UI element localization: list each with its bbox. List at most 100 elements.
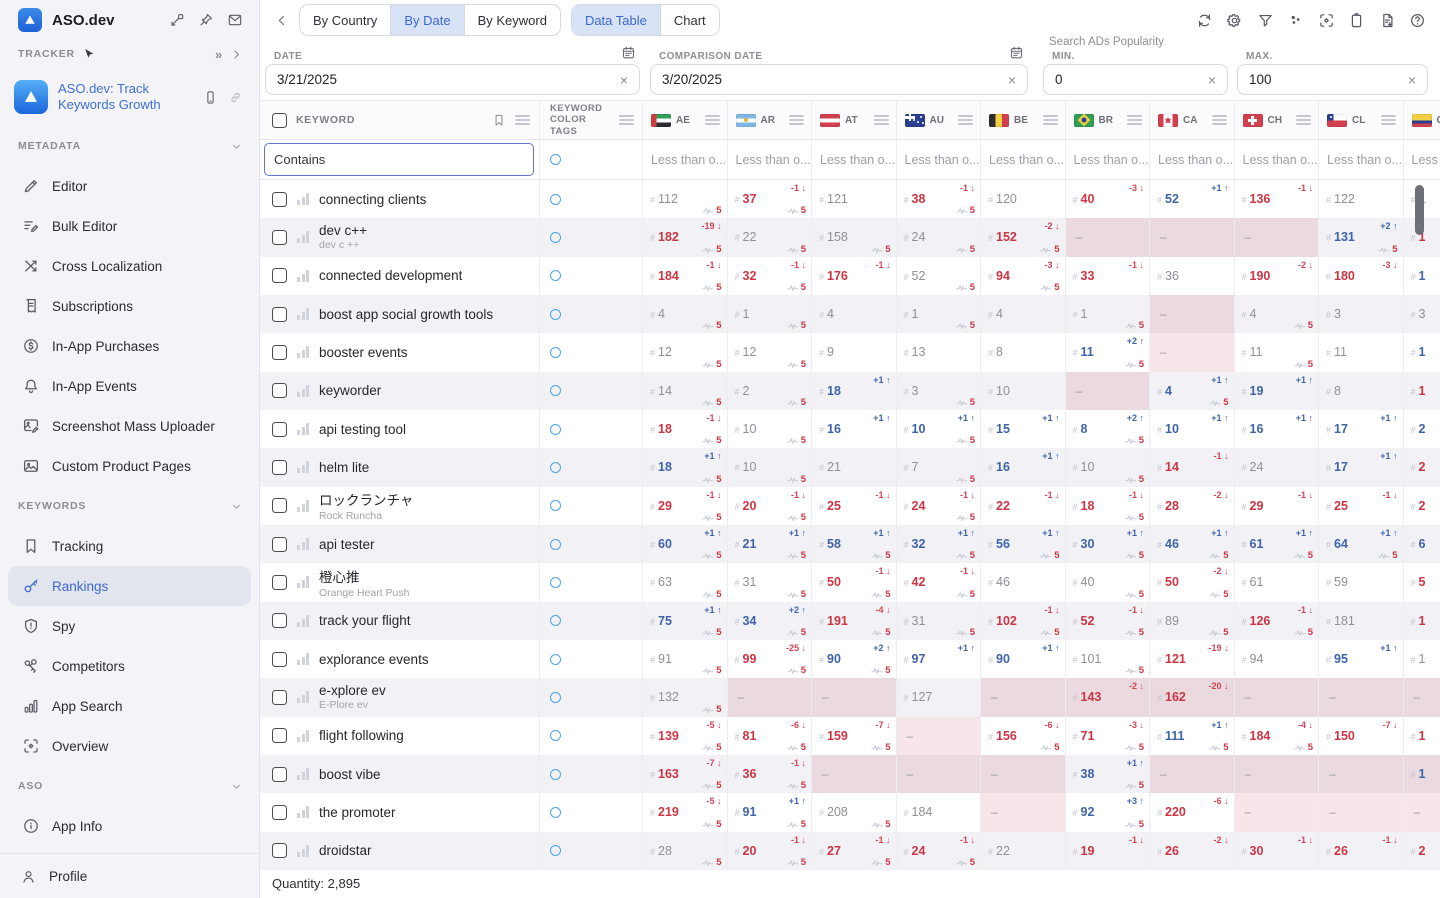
vertical-scrollbar-thumb[interactable] (1415, 185, 1424, 235)
clipboard-icon[interactable] (1348, 12, 1365, 29)
device-icon[interactable] (203, 90, 218, 105)
keyword-chart-icon[interactable] (297, 231, 309, 243)
color-tag-cell[interactable] (540, 602, 643, 640)
popularity-min-input[interactable]: 0 × (1043, 64, 1228, 95)
comparison-date-input[interactable]: 3/20/2025 × (650, 64, 1028, 95)
keyword-chart-icon[interactable] (297, 768, 309, 780)
export-icon[interactable] (1379, 12, 1396, 29)
sidebar-item-screenshot-mass-uploader[interactable]: Screenshot Mass Uploader (8, 406, 251, 446)
column-header-cl[interactable]: CL (1319, 101, 1404, 139)
calendar-icon[interactable] (621, 45, 636, 60)
column-menu-icon[interactable] (874, 115, 889, 125)
clear-icon[interactable]: × (620, 73, 628, 87)
column-header-br[interactable]: BR (1066, 101, 1151, 139)
column-menu-icon[interactable] (958, 115, 973, 125)
keyword-chart-icon[interactable] (297, 500, 309, 512)
tab-chart[interactable]: Chart (660, 5, 719, 35)
color-tag-cell[interactable] (540, 333, 643, 371)
column-menu-icon[interactable] (1212, 115, 1227, 125)
row-checkbox[interactable] (272, 767, 287, 782)
keyword-chart-icon[interactable] (297, 653, 309, 665)
cluster-icon[interactable] (1287, 12, 1304, 29)
sidebar-item-custom-product-pages[interactable]: Custom Product Pages (8, 446, 251, 486)
column-header-ar[interactable]: AR (728, 101, 813, 139)
section-label-aso[interactable]: ASO (0, 766, 259, 806)
rank-filter-ar[interactable]: Less than o... (728, 140, 813, 179)
row-checkbox[interactable] (272, 728, 287, 743)
calendar-icon[interactable] (1009, 45, 1024, 60)
color-tag-cell[interactable] (540, 218, 643, 256)
keyword-chart-icon[interactable] (297, 691, 309, 703)
row-checkbox[interactable] (272, 652, 287, 667)
keyword-chart-icon[interactable] (297, 423, 309, 435)
keyword-chart-icon[interactable] (297, 193, 309, 205)
rank-filter-cl[interactable]: Less than o... (1319, 140, 1404, 179)
rank-filter-br[interactable]: Less than o... (1066, 140, 1151, 179)
sidebar-item-spy[interactable]: Spy (8, 606, 251, 646)
keyword-chart-icon[interactable] (297, 615, 309, 627)
clear-icon[interactable]: × (1408, 73, 1416, 87)
sidebar-item-rankings[interactable]: Rankings (8, 566, 251, 606)
sidebar-item-in-app-events[interactable]: In-App Events (8, 366, 251, 406)
tab-by-date[interactable]: By Date (390, 5, 463, 35)
row-checkbox[interactable] (272, 383, 287, 398)
rank-filter-ch[interactable]: Less than o... (1235, 140, 1320, 179)
color-tag-cell[interactable] (540, 563, 643, 601)
popularity-max-input[interactable]: 100 × (1237, 64, 1428, 95)
rank-filter-be[interactable]: Less than o... (981, 140, 1066, 179)
row-checkbox[interactable] (272, 690, 287, 705)
sidebar-item-tracking[interactable]: Tracking (8, 526, 251, 566)
keyword-chart-icon[interactable] (297, 346, 309, 358)
select-all-checkbox[interactable] (272, 113, 287, 128)
column-menu-icon[interactable] (1043, 115, 1058, 125)
color-tag-cell[interactable] (540, 180, 643, 218)
color-tag-cell[interactable] (540, 410, 643, 448)
keyword-chart-icon[interactable] (297, 270, 309, 282)
column-header-at[interactable]: AT (812, 101, 897, 139)
color-tag-cell[interactable] (540, 640, 643, 678)
column-header-ch[interactable]: CH (1235, 101, 1320, 139)
clear-icon[interactable]: × (1208, 73, 1216, 87)
row-checkbox[interactable] (272, 422, 287, 437)
clear-icon[interactable]: × (1008, 73, 1016, 87)
back-button[interactable] (274, 13, 289, 28)
chevron-right-icon[interactable] (230, 48, 243, 61)
settings-icon[interactable] (1226, 12, 1243, 29)
keyword-chart-icon[interactable] (297, 576, 309, 588)
tab-by-country[interactable]: By Country (300, 5, 390, 35)
sidebar-item-app-search[interactable]: App Search (8, 686, 251, 726)
sidebar-item-editor[interactable]: Editor (8, 166, 251, 206)
section-label-keywords[interactable]: KEYWORDS (0, 486, 259, 526)
section-label-metadata[interactable]: METADATA (0, 126, 259, 166)
column-header-ca[interactable]: CA (1150, 101, 1235, 139)
row-checkbox[interactable] (272, 805, 287, 820)
column-menu-icon[interactable] (1381, 115, 1396, 125)
flow-icon[interactable] (169, 12, 185, 28)
color-tag-cell[interactable] (540, 295, 643, 333)
bookmark-icon[interactable] (492, 113, 506, 127)
color-tag-cell[interactable] (540, 755, 643, 793)
sidebar-item-bulk-editor[interactable]: Bulk Editor (8, 206, 251, 246)
color-tag-cell[interactable] (540, 678, 643, 716)
keyword-chart-icon[interactable] (297, 806, 309, 818)
keyword-chart-icon[interactable] (297, 538, 309, 550)
rank-filter-ae[interactable]: Less than o... (643, 140, 728, 179)
column-menu-icon[interactable] (1127, 115, 1142, 125)
row-checkbox[interactable] (272, 498, 287, 513)
column-header-be[interactable]: BE (981, 101, 1066, 139)
date-input[interactable]: 3/21/2025 × (265, 64, 640, 95)
column-header-ae[interactable]: AE (643, 101, 728, 139)
profile-button[interactable]: Profile (0, 853, 259, 898)
keyword-chart-icon[interactable] (297, 461, 309, 473)
keyword-chart-icon[interactable] (297, 385, 309, 397)
tracked-app-card[interactable]: ASO.dev: Track Keywords Growth (0, 68, 259, 126)
sidebar-item-competitors[interactable]: Competitors (8, 646, 251, 686)
row-checkbox[interactable] (272, 537, 287, 552)
row-checkbox[interactable] (272, 307, 287, 322)
column-menu-icon[interactable] (515, 115, 530, 125)
refresh-icon[interactable] (1196, 12, 1213, 29)
help-icon[interactable] (1409, 12, 1426, 29)
color-tag-cell[interactable] (540, 448, 643, 486)
sidebar-item-overview[interactable]: Overview (8, 726, 251, 766)
pin-icon[interactable] (198, 12, 214, 28)
